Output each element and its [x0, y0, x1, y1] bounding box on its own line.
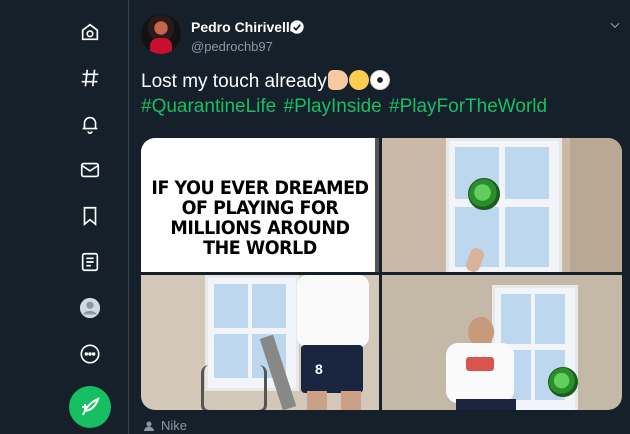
- author-avatar[interactable]: [141, 14, 181, 54]
- grinning-sweat-emoji: [348, 70, 369, 90]
- messages-envelope-icon[interactable]: [72, 152, 108, 188]
- thumbs-up-emoji: [327, 70, 348, 90]
- author-name[interactable]: Pedro Chirivella: [191, 19, 298, 35]
- more-options-icon[interactable]: [72, 336, 108, 372]
- compose-tweet-icon: [82, 397, 100, 416]
- soccer-ball-emoji: [369, 70, 390, 90]
- media-image-window-ball[interactable]: [382, 138, 622, 272]
- author-handle[interactable]: @pedrochb97: [191, 39, 273, 54]
- home-icon[interactable]: [72, 14, 108, 50]
- sidebar-nav: [0, 0, 129, 434]
- lists-icon[interactable]: [72, 244, 108, 280]
- media-image-player-juggling[interactable]: [382, 275, 622, 410]
- hashtags: #QuarantineLife #PlayInside #PlayForTheW…: [141, 95, 549, 119]
- hashtag-playfortheworld[interactable]: #PlayForTheWorld: [389, 96, 547, 117]
- explore-hashtag-icon[interactable]: [72, 60, 108, 96]
- media-grid: IF YOU EVER DREAMED OF PLAYING FOR MILLI…: [141, 138, 622, 410]
- hashtag-playinside[interactable]: #PlayInside: [284, 96, 382, 117]
- verified-badge-icon: [290, 20, 304, 34]
- media-image-nike-card[interactable]: IF YOU EVER DREAMED OF PLAYING FOR MILLI…: [141, 138, 379, 272]
- profile-avatar-icon[interactable]: [72, 290, 108, 326]
- compose-tweet-button[interactable]: [69, 386, 111, 428]
- tweet-detail: Pedro Chirivella @pedrochb97 Lost my tou…: [129, 0, 630, 434]
- tweet-body: Lost my touch already: [141, 71, 327, 92]
- soccer-ball-image: [548, 367, 578, 397]
- hashtag-quarantinelife[interactable]: #QuarantineLife: [141, 96, 276, 117]
- nike-card-text: IF YOU EVER DREAMED OF PLAYING FOR MILLI…: [151, 177, 369, 259]
- chevron-down-icon[interactable]: [608, 18, 622, 32]
- person-icon: [144, 421, 154, 431]
- tweet-text: Lost my touch already: [141, 70, 390, 94]
- attribution-name: Nike: [161, 418, 188, 433]
- soccer-ball-image: [468, 178, 500, 210]
- media-attribution[interactable]: Nike: [143, 418, 187, 433]
- notifications-bell-icon[interactable]: [72, 106, 108, 142]
- media-image-player-exercise-bike[interactable]: 8: [141, 275, 379, 410]
- bookmarks-icon[interactable]: [72, 198, 108, 234]
